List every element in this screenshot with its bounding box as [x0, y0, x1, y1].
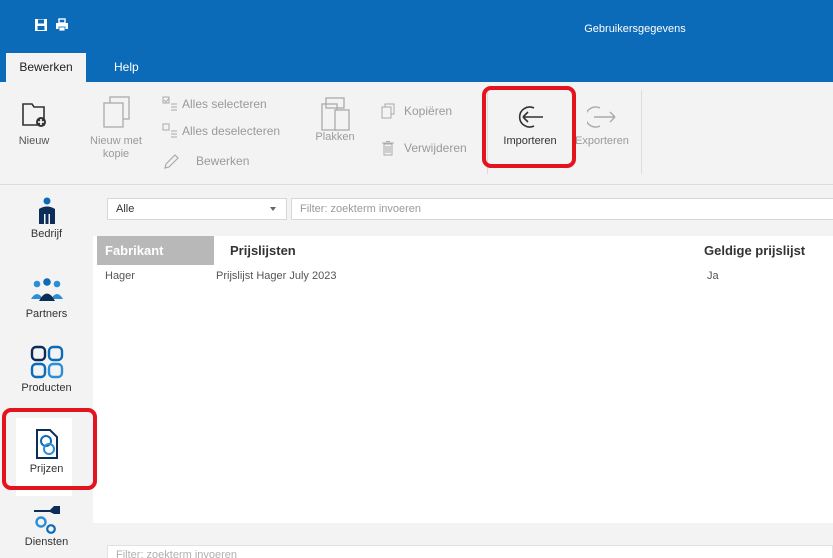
select-all-icon	[162, 96, 177, 111]
wrench-gears-icon	[33, 506, 60, 534]
delete-label: Verwijderen	[404, 141, 467, 155]
export-label: Exporteren	[575, 135, 629, 147]
highlight-import	[482, 86, 576, 168]
category-select-value: Alle	[116, 203, 135, 215]
category-select[interactable]: Alle	[107, 198, 287, 220]
highlight-prijzen	[2, 408, 97, 490]
copy-pages-icon	[103, 96, 130, 128]
column-header-fabrikant[interactable]: Fabrikant	[97, 236, 214, 265]
pencil-icon	[164, 154, 179, 169]
table-row-cell-prijslijst[interactable]: Prijslijst Hager July 2023	[216, 270, 336, 282]
price-list-grid	[93, 236, 833, 523]
window-title: Gebruikersgegevens	[584, 23, 686, 35]
products-grid-icon	[30, 345, 63, 379]
select-all-label: Alles selecteren	[182, 97, 267, 111]
new-with-copy-button[interactable]: Nieuw met kopie	[88, 94, 144, 161]
trash-icon	[382, 141, 394, 156]
ribbon-divider	[641, 90, 642, 174]
deselect-all-label: Alles deselecteren	[182, 124, 281, 138]
nav-label-producten: Producten	[21, 382, 72, 394]
ribbon: Nieuw Nieuw met kopie Alles selecteren A…	[0, 82, 833, 185]
chevron-down-icon	[270, 207, 276, 211]
bottom-search-input[interactable]: Filter: zoekterm invoeren	[107, 545, 833, 558]
nav-item-partners[interactable]: Partners	[0, 277, 93, 320]
nav-item-producten[interactable]: Producten	[0, 345, 93, 394]
nav-item-bedrijf[interactable]: Bedrijf	[0, 197, 93, 240]
column-header-prijslijsten[interactable]: Prijslijsten	[214, 236, 704, 265]
table-row-cell-geldig[interactable]: Ja	[707, 270, 719, 282]
paste-button[interactable]: Plakken	[310, 94, 360, 144]
tab-help[interactable]: Help	[106, 53, 147, 82]
new-label: Nieuw	[18, 135, 50, 147]
nav-label-bedrijf: Bedrijf	[30, 228, 63, 240]
new-folder-icon	[22, 103, 46, 127]
partners-icon	[30, 278, 63, 301]
export-button[interactable]: Exporteren	[568, 104, 638, 148]
new-button[interactable]: Nieuw	[14, 98, 54, 148]
search-input[interactable]: Filter: zoekterm invoeren	[291, 198, 833, 220]
tab-bewerken[interactable]: Bewerken	[6, 53, 86, 82]
title-bar: Gebruikersgegevens	[0, 0, 833, 53]
column-header-geldige-prijslijst[interactable]: Geldige prijslijst	[704, 236, 833, 265]
new-with-copy-label-1: Nieuw met	[90, 135, 142, 147]
new-with-copy-label-2: kopie	[102, 148, 130, 160]
deselect-all-icon	[162, 123, 177, 138]
paste-icon	[321, 97, 350, 131]
table-row-cell-fabrikant[interactable]: Hager	[105, 270, 135, 282]
nav-label-partners: Partners	[25, 308, 68, 320]
copy-icon	[381, 103, 395, 119]
copy-label: Kopiëren	[404, 104, 453, 118]
nav-item-diensten[interactable]: Diensten	[0, 501, 93, 548]
left-nav: Bedrijf Partners Producten Prijzen Diens…	[0, 185, 93, 558]
building-icon	[38, 197, 55, 224]
edit-label: Bewerken	[196, 154, 250, 168]
paste-label: Plakken	[315, 131, 355, 143]
export-arrow-icon	[587, 106, 616, 128]
nav-label-diensten: Diensten	[24, 536, 69, 548]
